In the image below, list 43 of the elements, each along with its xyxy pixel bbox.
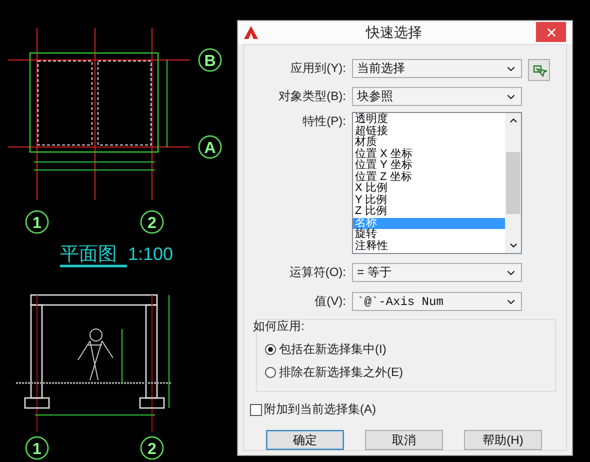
append-checkbox[interactable]: 附加到当前选择集(A) bbox=[250, 401, 560, 418]
dialog-button[interactable]: 帮助(H) bbox=[464, 430, 542, 450]
window-title: 快速选择 bbox=[364, 24, 423, 42]
field-label: 特性(P): bbox=[302, 113, 346, 130]
close-button[interactable] bbox=[536, 22, 566, 42]
field-label: 运算符(O): bbox=[288, 264, 346, 281]
radio-option[interactable]: 排除在新选择集之外(E) bbox=[265, 364, 547, 381]
close-icon bbox=[544, 26, 558, 38]
dialog-button[interactable]: 取消 bbox=[365, 430, 443, 450]
list-item[interactable]: 透明度 bbox=[353, 114, 505, 126]
axis-bubble: B bbox=[198, 48, 222, 72]
select-objects-button[interactable] bbox=[528, 59, 550, 81]
dialog-button[interactable]: 确定 bbox=[266, 430, 344, 450]
scrollbar[interactable] bbox=[505, 113, 521, 253]
radio-option[interactable]: 包括在新选择集中(I) bbox=[265, 341, 547, 358]
list-item[interactable]: Z 比例 bbox=[353, 206, 505, 218]
list-item[interactable]: 位置 Y 坐标 bbox=[353, 160, 505, 172]
field-label: 应用到(Y): bbox=[290, 60, 346, 77]
app-logo-icon bbox=[244, 26, 258, 39]
axis-bubble: A bbox=[198, 135, 222, 159]
axis-bubble: 1 bbox=[25, 436, 49, 460]
axis-bubble: 1 bbox=[25, 210, 49, 234]
list-item[interactable]: X 比例 bbox=[353, 183, 505, 194]
dropdown[interactable]: 当前选择 bbox=[352, 59, 522, 78]
drawing-title: 平面图 bbox=[60, 244, 117, 265]
group-label: 如何应用: bbox=[253, 318, 306, 335]
field-label: 对象类型(B): bbox=[278, 88, 346, 105]
dropdown[interactable]: `@`-Axis Num bbox=[352, 292, 522, 311]
field-label: 值(V): bbox=[314, 293, 346, 310]
property-list[interactable]: 透明度 超链接 材质 位置 X 坐标 位置 Y 坐标 位置 Z 坐标 X 比例 Y 比例 Z 比例 名称 旋转 注释性 bbox=[352, 112, 522, 254]
list-item[interactable]: 超链接 bbox=[353, 126, 505, 137]
list-item[interactable]: 注释性 bbox=[353, 240, 505, 252]
list-item[interactable]: 位置 X 坐标 bbox=[353, 148, 505, 160]
list-item[interactable]: 旋转 bbox=[353, 229, 505, 240]
list-item[interactable]: 材质 bbox=[353, 137, 505, 148]
dropdown[interactable]: = 等于 bbox=[352, 263, 522, 282]
title-underline bbox=[60, 264, 127, 268]
axis-bubble: 2 bbox=[140, 436, 164, 460]
list-item[interactable]: Y 比例 bbox=[353, 194, 505, 206]
dropdown[interactable]: 块参照 bbox=[352, 87, 522, 106]
list-item[interactable]: 位置 Z 坐标 bbox=[353, 172, 505, 183]
axis-bubble: 2 bbox=[140, 210, 164, 234]
drawing-scale: 1:100 bbox=[128, 244, 174, 264]
